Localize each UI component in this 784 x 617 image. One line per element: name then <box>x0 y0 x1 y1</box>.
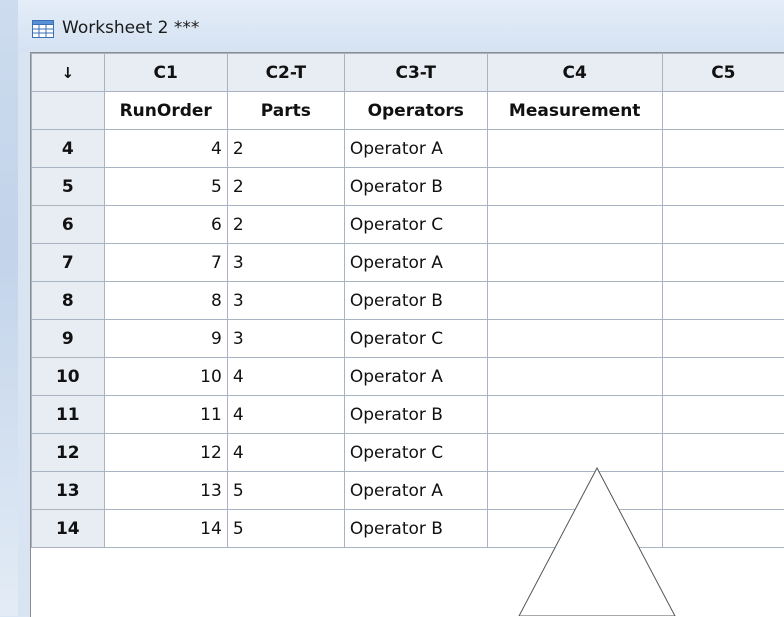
cell-c2[interactable]: 5 <box>227 510 344 548</box>
column-name-c3[interactable]: Operators <box>344 92 487 130</box>
column-name-c1[interactable]: RunOrder <box>104 92 227 130</box>
table-row: 662Operator C <box>32 206 784 244</box>
cell-c3[interactable]: Operator C <box>344 206 487 244</box>
cell-c2[interactable]: 5 <box>227 472 344 510</box>
cell-c4[interactable] <box>487 472 662 510</box>
cell-c1[interactable]: 12 <box>104 434 227 472</box>
cell-c2[interactable]: 3 <box>227 282 344 320</box>
cell-c3[interactable]: Operator A <box>344 472 487 510</box>
cell-c4[interactable] <box>487 434 662 472</box>
cell-c4[interactable] <box>487 396 662 434</box>
row-header[interactable]: 4 <box>32 130 105 168</box>
column-name-c4[interactable]: Measurement <box>487 92 662 130</box>
cell-c2[interactable]: 4 <box>227 358 344 396</box>
table-row: 773Operator A <box>32 244 784 282</box>
cell-c1[interactable]: 14 <box>104 510 227 548</box>
name-row-corner <box>32 92 105 130</box>
cell-c3[interactable]: Operator C <box>344 320 487 358</box>
row-header[interactable]: 9 <box>32 320 105 358</box>
cell-c4[interactable] <box>487 282 662 320</box>
cell-c1[interactable]: 6 <box>104 206 227 244</box>
cell-c3[interactable]: Operator B <box>344 396 487 434</box>
cell-c1[interactable]: 5 <box>104 168 227 206</box>
cell-c5[interactable] <box>662 320 784 358</box>
table-row: 14145Operator B <box>32 510 784 548</box>
worksheet-window: Worksheet 2 *** ↓ C1 C2-T C3-T C4 C5 Run… <box>18 0 784 616</box>
cell-c4[interactable] <box>487 244 662 282</box>
cell-c3[interactable]: Operator C <box>344 434 487 472</box>
cell-c3[interactable]: Operator A <box>344 358 487 396</box>
worksheet-grid-icon <box>32 20 54 38</box>
cell-c2[interactable]: 4 <box>227 434 344 472</box>
cell-c3[interactable]: Operator B <box>344 282 487 320</box>
column-header-c2[interactable]: C2-T <box>227 54 344 92</box>
cell-c4[interactable] <box>487 130 662 168</box>
cell-c2[interactable]: 2 <box>227 206 344 244</box>
column-header-c3[interactable]: C3-T <box>344 54 487 92</box>
column-name-row: RunOrder Parts Operators Measurement <box>32 92 784 130</box>
table-row: 883Operator B <box>32 282 784 320</box>
cell-c1[interactable]: 4 <box>104 130 227 168</box>
data-direction-arrow-icon[interactable]: ↓ <box>32 54 105 92</box>
cell-c2[interactable]: 3 <box>227 244 344 282</box>
column-header-c1[interactable]: C1 <box>104 54 227 92</box>
row-header[interactable]: 6 <box>32 206 105 244</box>
cell-c2[interactable]: 2 <box>227 168 344 206</box>
row-header[interactable]: 5 <box>32 168 105 206</box>
row-header[interactable]: 8 <box>32 282 105 320</box>
cell-c5[interactable] <box>662 510 784 548</box>
table-row: 552Operator B <box>32 168 784 206</box>
cell-c3[interactable]: Operator B <box>344 510 487 548</box>
cell-c2[interactable]: 2 <box>227 130 344 168</box>
table-row: 13135Operator A <box>32 472 784 510</box>
cell-c5[interactable] <box>662 206 784 244</box>
cell-c3[interactable]: Operator A <box>344 244 487 282</box>
cell-c1[interactable]: 10 <box>104 358 227 396</box>
cell-c3[interactable]: Operator B <box>344 168 487 206</box>
table-row: 10104Operator A <box>32 358 784 396</box>
worksheet-title: Worksheet 2 *** <box>62 18 199 38</box>
table-row: 12124Operator C <box>32 434 784 472</box>
column-name-c5[interactable] <box>662 92 784 130</box>
worksheet-grid[interactable]: ↓ C1 C2-T C3-T C4 C5 RunOrder Parts Oper… <box>30 52 784 617</box>
cell-c5[interactable] <box>662 358 784 396</box>
cell-c5[interactable] <box>662 244 784 282</box>
row-header[interactable]: 14 <box>32 510 105 548</box>
data-table: ↓ C1 C2-T C3-T C4 C5 RunOrder Parts Oper… <box>31 53 784 548</box>
cell-c4[interactable] <box>487 358 662 396</box>
worksheet-titlebar[interactable]: Worksheet 2 *** <box>18 0 784 52</box>
cell-c3[interactable]: Operator A <box>344 130 487 168</box>
column-header-c4[interactable]: C4 <box>487 54 662 92</box>
cell-c1[interactable]: 7 <box>104 244 227 282</box>
cell-c4[interactable] <box>487 206 662 244</box>
cell-c1[interactable]: 11 <box>104 396 227 434</box>
cell-c5[interactable] <box>662 282 784 320</box>
cell-c5[interactable] <box>662 396 784 434</box>
column-name-c2[interactable]: Parts <box>227 92 344 130</box>
row-header[interactable]: 12 <box>32 434 105 472</box>
cell-c4[interactable] <box>487 510 662 548</box>
cell-c1[interactable]: 13 <box>104 472 227 510</box>
table-row: 442Operator A <box>32 130 784 168</box>
cell-c1[interactable]: 9 <box>104 320 227 358</box>
cell-c2[interactable]: 4 <box>227 396 344 434</box>
cell-c4[interactable] <box>487 168 662 206</box>
cell-c5[interactable] <box>662 434 784 472</box>
row-header[interactable]: 11 <box>32 396 105 434</box>
table-row: 993Operator C <box>32 320 784 358</box>
cell-c1[interactable]: 8 <box>104 282 227 320</box>
cell-c4[interactable] <box>487 320 662 358</box>
background-strip <box>0 0 18 616</box>
cell-c5[interactable] <box>662 130 784 168</box>
column-id-row: ↓ C1 C2-T C3-T C4 C5 <box>32 54 784 92</box>
row-header[interactable]: 13 <box>32 472 105 510</box>
cell-c5[interactable] <box>662 168 784 206</box>
table-row: 11114Operator B <box>32 396 784 434</box>
column-header-c5[interactable]: C5 <box>662 54 784 92</box>
row-header[interactable]: 10 <box>32 358 105 396</box>
cell-c2[interactable]: 3 <box>227 320 344 358</box>
cell-c5[interactable] <box>662 472 784 510</box>
row-header[interactable]: 7 <box>32 244 105 282</box>
